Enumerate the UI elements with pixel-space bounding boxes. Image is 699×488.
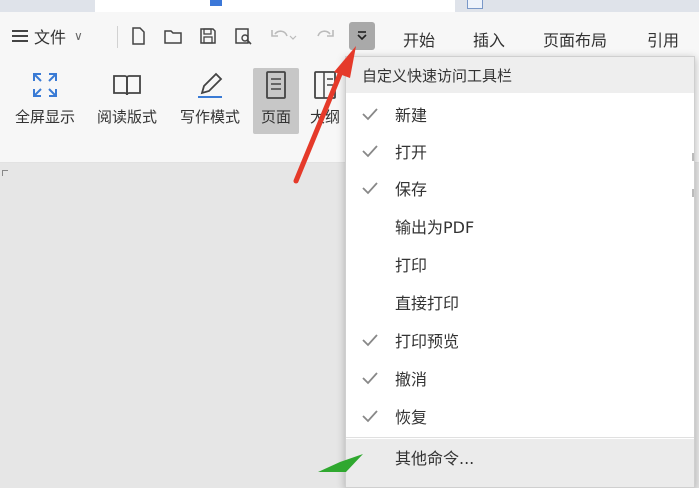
window-tab-strip [0,0,699,12]
outline-icon [307,68,343,102]
page-view-button[interactable]: 页面 [253,68,299,134]
checkmark-icon [360,178,380,198]
menu-item-print[interactable]: 打印 [346,245,694,282]
menu-item-label: 输出为PDF [395,217,475,237]
page-view-label: 页面 [260,108,291,126]
page-icon [258,68,294,102]
pencil-icon [192,68,228,102]
tab-home[interactable]: 开始 [403,27,435,51]
menu-item-undo[interactable]: 撤消 [346,359,694,396]
scrollbar-mark [692,189,694,197]
hamburger-icon [12,30,28,42]
document-tab[interactable] [95,0,455,12]
undo-icon[interactable] [268,25,298,47]
toolbar-divider [117,26,118,48]
chevron-down-icon: ∨ [74,29,83,43]
fullscreen-label: 全屏显示 [14,108,75,126]
menu-item-new[interactable]: 新建 [346,95,694,132]
menu-item-label: 撤消 [395,369,428,389]
menu-item-save[interactable]: 保存 [346,169,694,206]
reading-layout-button[interactable]: 阅读版式 [92,68,162,134]
checkmark-icon [360,406,380,426]
writing-mode-button[interactable]: 写作模式 [175,68,245,134]
reading-layout-label: 阅读版式 [96,108,157,126]
scrollbar-mark [692,153,694,161]
more-commands-label: 其他命令... [395,449,475,468]
writing-mode-label: 写作模式 [179,108,240,126]
menu-item-direct-print[interactable]: 直接打印 [346,283,694,320]
tab-page-layout[interactable]: 页面布局 [543,27,607,51]
dropdown-title: 自定义快速访问工具栏 [346,57,694,93]
fullscreen-button[interactable]: 全屏显示 [10,68,80,134]
quick-access-bar: 文件 ∨ 开始 插入 页面布局 引用 [0,12,699,60]
menu-item-label: 打印预览 [395,331,460,351]
checkmark-icon [360,330,380,350]
open-folder-icon[interactable] [162,25,184,47]
customize-quick-access-button[interactable] [349,22,375,50]
new-document-icon[interactable] [127,25,149,47]
menu-item-label: 新建 [395,105,428,125]
menu-item-export-pdf[interactable]: 输出为PDF [346,207,694,244]
menu-item-redo[interactable]: 恢复 [346,397,694,434]
save-icon[interactable] [197,25,219,47]
redo-icon[interactable] [314,25,336,47]
more-commands-item[interactable]: 其他命令... [346,439,694,487]
menu-item-label: 直接打印 [395,293,460,313]
checkmark-icon [360,104,380,124]
menu-item-label: 恢复 [395,407,428,427]
new-tab-icon[interactable] [467,0,483,9]
fullscreen-icon [27,68,63,102]
menu-item-label: 打开 [395,142,428,162]
quick-access-dropdown: 自定义快速访问工具栏 新建 打开 保存 输出为PDF 打印 直接打印 打印预览 … [345,56,695,488]
menu-item-label: 保存 [395,179,428,199]
open-book-icon [109,68,145,102]
print-preview-icon[interactable] [232,25,254,47]
menu-item-open[interactable]: 打开 [346,132,694,169]
checkmark-icon [360,141,380,161]
page-corner-mark [2,170,8,176]
menu-item-label: 打印 [395,255,428,275]
outline-view-button[interactable]: 大纲 [305,68,345,134]
checkmark-icon [360,368,380,388]
file-menu-label: 文件 [34,28,67,47]
customize-dropdown-icon [357,31,367,41]
menu-item-print-preview[interactable]: 打印预览 [346,321,694,358]
file-menu-button[interactable]: 文件 ∨ [12,24,83,48]
outline-view-label: 大纲 [309,108,340,126]
menu-divider [346,437,694,438]
tab-insert[interactable]: 插入 [473,27,505,51]
document-tab-icon [210,0,222,6]
tab-references[interactable]: 引用 [647,27,679,51]
